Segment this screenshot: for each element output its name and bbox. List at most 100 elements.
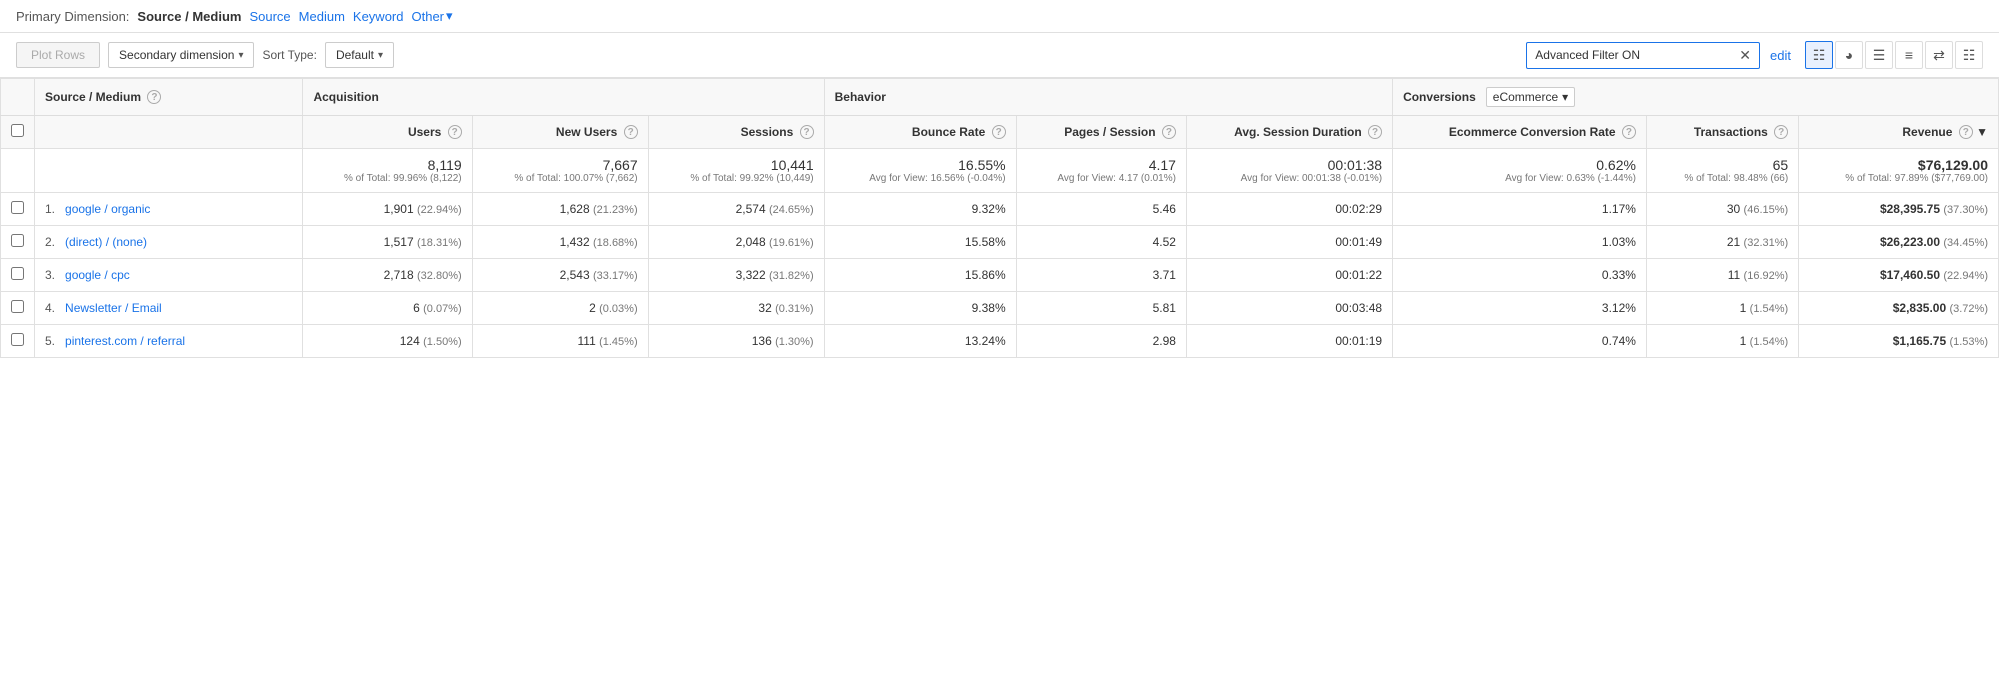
row-ecomm-cell: 0.74% — [1393, 325, 1647, 358]
table-row: 1. google / organic 1,901 (22.94%) 1,628… — [1, 193, 1999, 226]
sort-type-dropdown[interactable]: Default ▾ — [325, 42, 394, 68]
row-checkbox[interactable] — [11, 234, 24, 247]
pages-session-help-icon[interactable]: ? — [1162, 125, 1176, 139]
view-icons: ☷ ◕ ☰ ≡ ⇄ ☷ — [1805, 41, 1983, 69]
row-revenue-cell: $2,835.00 (3.72%) — [1799, 292, 1999, 325]
transactions-help-icon[interactable]: ? — [1774, 125, 1788, 139]
primary-dim-current: Source / Medium — [137, 9, 241, 24]
row-ecomm-cell: 3.12% — [1393, 292, 1647, 325]
row-revenue-cell: $17,460.50 (22.94%) — [1799, 259, 1999, 292]
row-checkbox[interactable] — [11, 267, 24, 280]
revenue-help-icon[interactable]: ? — [1959, 125, 1973, 139]
row-checkbox[interactable] — [11, 300, 24, 313]
row-sessions-cell: 32 (0.31%) — [648, 292, 824, 325]
row-pages-cell: 4.52 — [1016, 226, 1186, 259]
source-medium-link[interactable]: (direct) / (none) — [65, 235, 147, 249]
bounce-rate-col-header[interactable]: Bounce Rate ? — [824, 116, 1016, 149]
keyword-link[interactable]: Keyword — [353, 9, 404, 24]
filter-clear-button[interactable]: ✕ — [1739, 47, 1751, 64]
medium-link[interactable]: Medium — [299, 9, 345, 24]
totals-transactions-cell: 65 % of Total: 98.48% (66) — [1646, 149, 1798, 193]
totals-pages-cell: 4.17 Avg for View: 4.17 (0.01%) — [1016, 149, 1186, 193]
source-medium-link[interactable]: Newsletter / Email — [65, 301, 162, 315]
new-users-help-icon[interactable]: ? — [624, 125, 638, 139]
row-checkbox[interactable] — [11, 201, 24, 214]
transactions-col-header[interactable]: Transactions ? — [1646, 116, 1798, 149]
select-all-checkbox[interactable] — [1, 116, 35, 149]
row-users-cell: 1,901 (22.94%) — [303, 193, 472, 226]
row-bounce-cell: 15.86% — [824, 259, 1016, 292]
totals-checkbox-cell — [1, 149, 35, 193]
users-help-icon[interactable]: ? — [448, 125, 462, 139]
table-row: 5. pinterest.com / referral 124 (1.50%) … — [1, 325, 1999, 358]
row-source-cell: 1. google / organic — [35, 193, 303, 226]
sessions-col-header[interactable]: Sessions ? — [648, 116, 824, 149]
row-bounce-cell: 15.58% — [824, 226, 1016, 259]
edit-link[interactable]: edit — [1770, 48, 1791, 63]
row-revenue-cell: $28,395.75 (37.30%) — [1799, 193, 1999, 226]
comparison-view-button[interactable]: ☰ — [1865, 41, 1893, 69]
row-checkbox-cell[interactable] — [1, 259, 35, 292]
row-checkbox-cell[interactable] — [1, 193, 35, 226]
sort-type-label: Sort Type: — [262, 48, 316, 62]
column-header-row: Users ? New Users ? Sessions ? Bounce Ra… — [1, 116, 1999, 149]
bounce-rate-help-icon[interactable]: ? — [992, 125, 1006, 139]
avg-session-help-icon[interactable]: ? — [1368, 125, 1382, 139]
row-checkbox-cell[interactable] — [1, 292, 35, 325]
table-row: 3. google / cpc 2,718 (32.80%) 2,543 (33… — [1, 259, 1999, 292]
totals-bounce-cell: 16.55% Avg for View: 16.56% (-0.04%) — [824, 149, 1016, 193]
row-bounce-cell: 13.24% — [824, 325, 1016, 358]
sessions-help-icon[interactable]: ? — [800, 125, 814, 139]
group-header-row: Source / Medium ? Acquisition Behavior C… — [1, 79, 1999, 116]
ecomm-conv-rate-help-icon[interactable]: ? — [1622, 125, 1636, 139]
other-dropdown[interactable]: Other ▾ — [411, 8, 452, 24]
revenue-col-header[interactable]: Revenue ? ▼ — [1799, 116, 1999, 149]
totals-new-users-cell: 7,667 % of Total: 100.07% (7,662) — [472, 149, 648, 193]
users-col-header[interactable]: Users ? — [303, 116, 472, 149]
row-ecomm-cell: 0.33% — [1393, 259, 1647, 292]
row-sessions-cell: 136 (1.30%) — [648, 325, 824, 358]
avg-session-col-header[interactable]: Avg. Session Duration ? — [1186, 116, 1392, 149]
advanced-filter-input[interactable] — [1535, 48, 1735, 62]
source-medium-link[interactable]: google / organic — [65, 202, 150, 216]
ecommerce-dropdown[interactable]: eCommerce ▾ — [1486, 87, 1575, 107]
row-checkbox-cell[interactable] — [1, 226, 35, 259]
ecomm-conv-rate-col-header[interactable]: Ecommerce Conversion Rate ? — [1393, 116, 1647, 149]
row-number: 1. — [45, 202, 55, 216]
source-link[interactable]: Source — [249, 9, 290, 24]
row-avg-session-cell: 00:02:29 — [1186, 193, 1392, 226]
data-table: Source / Medium ? Acquisition Behavior C… — [0, 78, 1999, 358]
row-new-users-cell: 111 (1.45%) — [472, 325, 648, 358]
revenue-sort-arrow[interactable]: ▼ — [1976, 125, 1988, 139]
row-new-users-cell: 2 (0.03%) — [472, 292, 648, 325]
row-transactions-cell: 30 (46.15%) — [1646, 193, 1798, 226]
table-view-button[interactable]: ☷ — [1805, 41, 1833, 69]
pages-session-col-header[interactable]: Pages / Session ? — [1016, 116, 1186, 149]
source-medium-link[interactable]: pinterest.com / referral — [65, 334, 185, 348]
source-medium-help-icon[interactable]: ? — [147, 90, 161, 104]
behavior-group-header: Behavior — [824, 79, 1392, 116]
source-medium-link[interactable]: google / cpc — [65, 268, 130, 282]
row-pages-cell: 2.98 — [1016, 325, 1186, 358]
new-users-col-header[interactable]: New Users ? — [472, 116, 648, 149]
table-row: 2. (direct) / (none) 1,517 (18.31%) 1,43… — [1, 226, 1999, 259]
row-source-cell: 5. pinterest.com / referral — [35, 325, 303, 358]
row-ecomm-cell: 1.17% — [1393, 193, 1647, 226]
row-new-users-cell: 1,432 (18.68%) — [472, 226, 648, 259]
row-transactions-cell: 11 (16.92%) — [1646, 259, 1798, 292]
row-users-cell: 124 (1.50%) — [303, 325, 472, 358]
row-pages-cell: 5.46 — [1016, 193, 1186, 226]
custom-view-button[interactable]: ☷ — [1955, 41, 1983, 69]
select-all-checkbox-input[interactable] — [11, 124, 24, 137]
pivot-view-button[interactable]: ⇄ — [1925, 41, 1953, 69]
secondary-dimension-dropdown[interactable]: Secondary dimension ▾ — [108, 42, 254, 68]
row-checkbox-cell[interactable] — [1, 325, 35, 358]
term-cloud-button[interactable]: ≡ — [1895, 41, 1923, 69]
row-source-cell: 2. (direct) / (none) — [35, 226, 303, 259]
totals-users-cell: 8,119 % of Total: 99.96% (8,122) — [303, 149, 472, 193]
row-checkbox[interactable] — [11, 333, 24, 346]
plot-rows-button[interactable]: Plot Rows — [16, 42, 100, 68]
table-row: 4. Newsletter / Email 6 (0.07%) 2 (0.03%… — [1, 292, 1999, 325]
row-bounce-cell: 9.38% — [824, 292, 1016, 325]
pie-view-button[interactable]: ◕ — [1835, 41, 1863, 69]
